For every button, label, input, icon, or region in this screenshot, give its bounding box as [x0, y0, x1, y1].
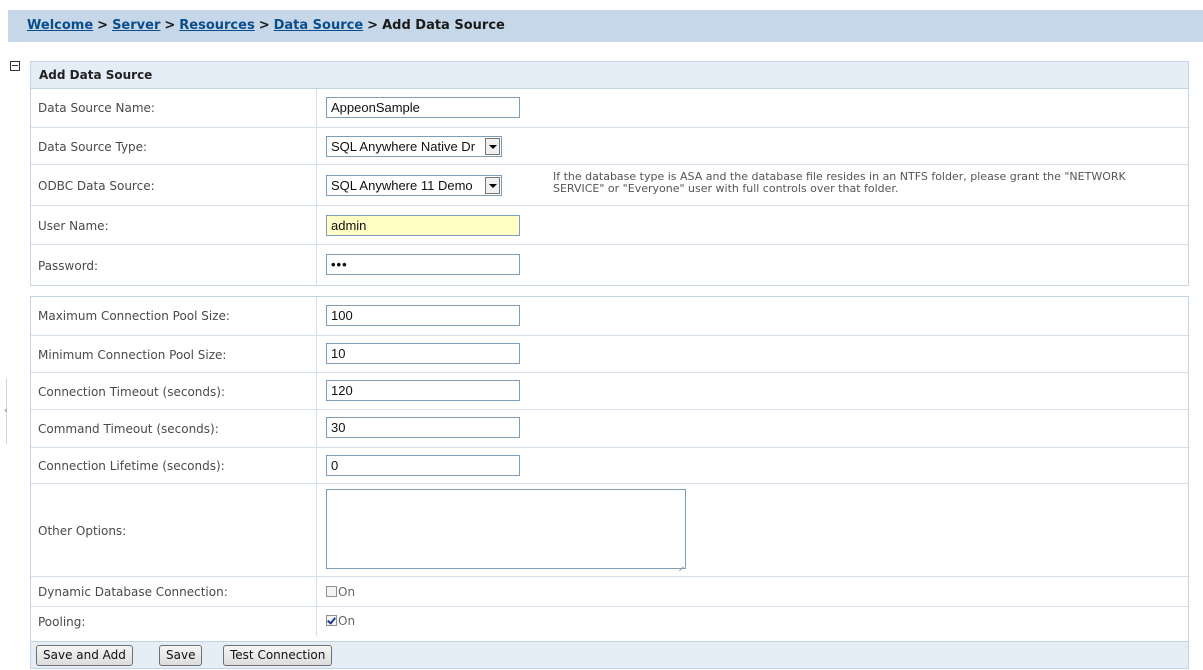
breadcrumb-welcome-link[interactable]: Welcome: [27, 18, 93, 33]
chevron-left-icon[interactable]: ‹: [4, 406, 8, 416]
breadcrumb-separator: >: [164, 18, 176, 33]
form-row-ds-name: Data Source Name:: [31, 89, 1188, 127]
field-label: Data Source Name:: [31, 89, 317, 127]
form-row-ds-type: Data Source Type: SQL Anywhere Native Dr: [31, 127, 1188, 165]
connection-lifetime-input[interactable]: [326, 455, 520, 476]
data-source-name-input[interactable]: [326, 97, 520, 118]
select-value: SQL Anywhere Native Dr: [331, 139, 476, 154]
field-label: Other Options:: [31, 484, 317, 577]
command-timeout-input[interactable]: [326, 417, 520, 438]
breadcrumb: Welcome > Server > Resources > Data Source > Add…: [8, 10, 1203, 42]
field-label: User Name:: [31, 206, 317, 245]
form-row-user: User Name:: [31, 205, 1188, 245]
breadcrumb-server-link[interactable]: Server: [112, 18, 160, 33]
data-source-type-select[interactable]: SQL Anywhere Native Dr: [326, 136, 502, 157]
save-and-add-button[interactable]: Save and Add: [36, 645, 133, 666]
checkbox-label[interactable]: On: [338, 585, 355, 599]
field-label: Minimum Connection Pool Size:: [31, 336, 317, 373]
form-row-max-pool: Maximum Connection Pool Size:: [31, 297, 1188, 335]
save-button[interactable]: Save: [159, 645, 203, 666]
resize-grip-icon[interactable]: [677, 560, 685, 568]
breadcrumb-separator: >: [258, 18, 270, 33]
odbc-help-note: If the database type is ASA and the data…: [553, 170, 1126, 195]
field-label: ODBC Data Source:: [31, 165, 317, 206]
field-label: Data Source Type:: [31, 128, 317, 165]
breadcrumb-separator: >: [367, 18, 379, 33]
odbc-data-source-select[interactable]: SQL Anywhere 11 Demo: [326, 175, 502, 196]
section-title: Add Data Source: [31, 62, 1188, 89]
field-label: Maximum Connection Pool Size:: [31, 297, 317, 335]
field-label: Command Timeout (seconds):: [31, 410, 317, 448]
connection-settings-panel: Maximum Connection Pool Size: Minimum Co…: [30, 296, 1189, 669]
checkbox-label[interactable]: On: [338, 614, 355, 628]
form-row-password: Password:: [31, 244, 1188, 286]
breadcrumb-resources-link[interactable]: Resources: [179, 18, 254, 33]
field-label: Password:: [31, 245, 317, 286]
max-pool-size-input[interactable]: [326, 305, 520, 326]
user-name-input[interactable]: [326, 215, 520, 236]
min-pool-size-input[interactable]: [326, 343, 520, 364]
form-row-odbc: ODBC Data Source: SQL Anywhere 11 Demo I…: [31, 164, 1188, 206]
form-row-cmd-timeout: Command Timeout (seconds):: [31, 409, 1188, 448]
breadcrumb-current: Add Data Source: [382, 18, 505, 33]
form-row-min-pool: Minimum Connection Pool Size:: [31, 335, 1188, 373]
password-input[interactable]: [326, 254, 520, 275]
breadcrumb-separator: >: [97, 18, 109, 33]
form-row-other-options: Other Options:: [31, 483, 1188, 577]
field-label: Dynamic Database Connection:: [31, 577, 317, 607]
field-label: Connection Timeout (seconds):: [31, 373, 317, 410]
pooling-checkbox[interactable]: [326, 615, 337, 626]
form-row-pooling: Pooling: On: [31, 606, 1188, 636]
chevron-down-icon[interactable]: [485, 177, 500, 194]
test-connection-button[interactable]: Test Connection: [223, 645, 333, 666]
select-value: SQL Anywhere 11 Demo: [331, 178, 473, 193]
form-row-conn-timeout: Connection Timeout (seconds):: [31, 372, 1188, 410]
add-data-source-panel: Add Data Source Data Source Name: Data S…: [30, 61, 1189, 286]
form-row-dynamic: Dynamic Database Connection: On: [31, 576, 1188, 607]
collapse-toggle-icon[interactable]: [10, 61, 20, 71]
connection-timeout-input[interactable]: [326, 380, 520, 401]
chevron-down-icon[interactable]: [485, 138, 500, 155]
dynamic-connection-checkbox[interactable]: [326, 586, 337, 597]
breadcrumb-data-source-link[interactable]: Data Source: [274, 18, 364, 33]
field-label: Pooling:: [31, 607, 317, 636]
form-row-lifetime: Connection Lifetime (seconds):: [31, 447, 1188, 484]
field-label: Connection Lifetime (seconds):: [31, 448, 317, 484]
button-bar: Save and Add Save Test Connection: [31, 641, 1188, 668]
other-options-textarea[interactable]: [326, 489, 686, 569]
